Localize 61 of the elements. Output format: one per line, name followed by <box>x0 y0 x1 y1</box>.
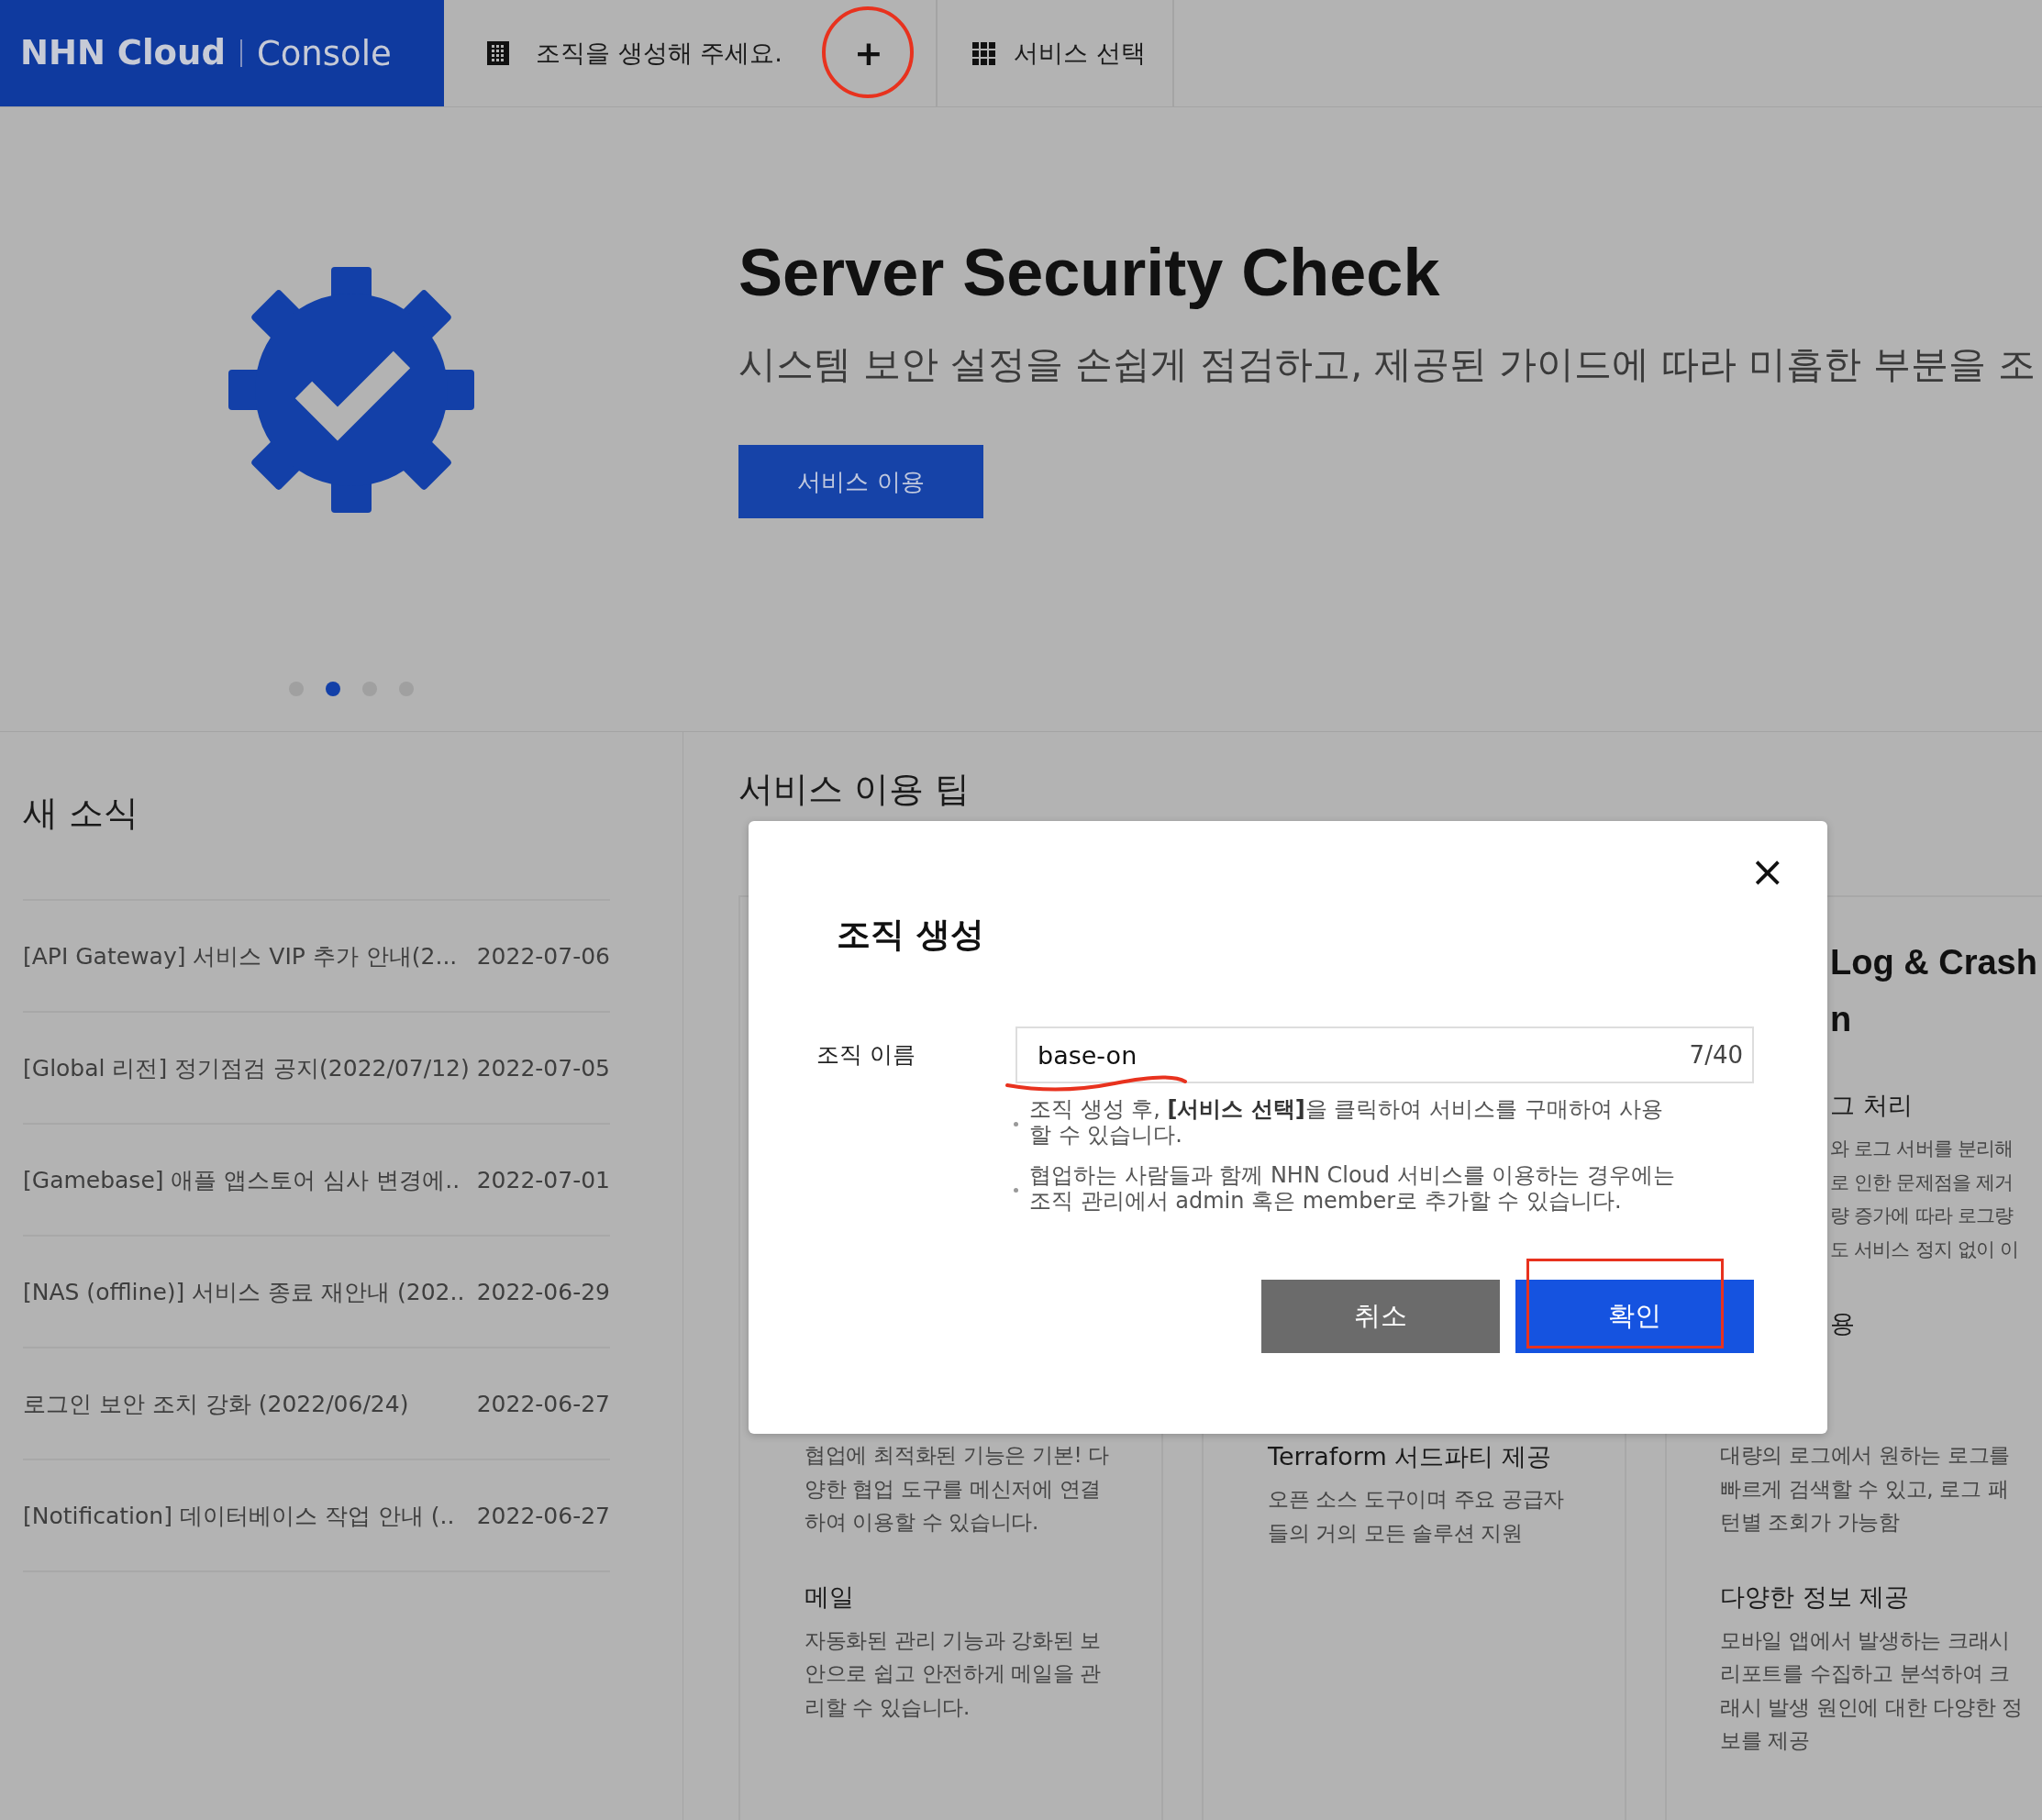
card-text: 로 인한 문제점을 제거 <box>1830 1170 2014 1195</box>
grid-icon <box>972 41 995 65</box>
news-link[interactable]: 로그인 보안 조치 강화 (2022/06/24) <box>23 1388 409 1419</box>
card-text: 빠르게 검색할 수 있고, 로그 패 <box>1720 1475 2010 1503</box>
card-title: n <box>1830 999 1853 1040</box>
dialog-title: 조직 생성 <box>837 914 985 956</box>
card-text: 자동화된 관리 기능과 강화된 보 <box>805 1626 1103 1654</box>
hero-title: Server Security Check <box>738 235 1441 311</box>
card-text: 들의 거의 모든 솔루션 지원 <box>1268 1519 1524 1547</box>
news-date: 2022-06-29 <box>476 1278 610 1305</box>
card-text: 량 증가에 따라 로그량 <box>1830 1204 2014 1228</box>
card-text: 오픈 소스 도구이며 주요 공급자 <box>1268 1486 1566 1513</box>
card-heading: 그 처리 <box>1830 1090 1914 1121</box>
card-text: 래시 발생 원인에 대한 다양한 정 <box>1720 1693 2025 1721</box>
card-text: 리포트를 수집하고 분석하여 크 <box>1720 1660 2012 1687</box>
section-title: 서비스 이용 팁 <box>738 768 971 811</box>
bullet-icon <box>1014 1122 1018 1126</box>
close-button[interactable]: × <box>1746 849 1789 894</box>
news-link[interactable]: [Notification] 데이터베이스 작업 안내 (.. <box>23 1500 455 1531</box>
card-text: 리할 수 있습니다. <box>805 1693 971 1721</box>
confirm-button[interactable]: 확인 <box>1515 1280 1754 1353</box>
news-date: 2022-07-05 <box>476 1054 610 1082</box>
carousel-dot[interactable] <box>325 682 340 696</box>
service-tab[interactable]: 서비스 선택 <box>938 0 1174 106</box>
name-field[interactable]: base-on 7/40 <box>1015 1027 1754 1083</box>
character-counter: 7/40 <box>1689 1041 1743 1069</box>
bullet-icon <box>1014 1188 1018 1193</box>
card-text: 대량의 로그에서 원하는 로그를 <box>1720 1442 2012 1469</box>
add-button[interactable]: + <box>849 33 889 73</box>
card-title: Log & Crash <box>1830 942 2038 983</box>
card-text: 양한 협업 도구를 메신저에 연결 <box>805 1475 1103 1503</box>
news-date: 2022-07-01 <box>476 1166 610 1193</box>
news-date: 2022-07-06 <box>476 942 610 970</box>
help-text: 조직 생성 후, [서비스 선택]을 클릭하여 서비스를 구매하여 사용할 수 있습니다. <box>1029 1096 1665 1148</box>
news-link[interactable]: [API Gateway] 서비스 VIP 추가 안내(2... <box>23 940 458 971</box>
cancel-button[interactable]: 취소 <box>1261 1280 1500 1353</box>
hero-subtitle: 시스템 보안 설정을 손쉽게 점검하고, 제공된 가이드에 따라 미흡한 부분을 조 <box>738 341 2037 388</box>
section-title: 새 소식 <box>23 792 140 835</box>
card-text: 턴별 조회가 가능함 <box>1720 1509 1901 1536</box>
card-heading: 다양한 정보 제공 <box>1720 1581 1911 1613</box>
organization-label[interactable]: 조직을 생성해 주세요. <box>536 37 782 70</box>
card-heading: 용 <box>1830 1308 1856 1339</box>
card-subtitle: Terraform 서드파티 제공 <box>1268 1441 1552 1472</box>
field-label: 조직 이름 <box>816 1040 916 1070</box>
card-text: 와 로그 서버를 분리해 <box>1830 1137 2014 1161</box>
card-text: 협업에 최적화된 기능은 기본! 다 <box>805 1442 1111 1469</box>
news-link[interactable]: [NAS (offline)] 서비스 종료 재안내 (202.. <box>23 1276 465 1307</box>
news-link[interactable]: [Gamebase] 애플 앱스토어 심사 변경에.. <box>23 1164 461 1195</box>
news-date: 2022-06-27 <box>476 1390 610 1417</box>
card-text: 보를 제공 <box>1720 1727 1811 1754</box>
card-text: 안으로 쉽고 안전하게 메일을 관 <box>805 1660 1103 1687</box>
news-date: 2022-06-27 <box>476 1502 610 1529</box>
card-text: 하여 이용할 수 있습니다. <box>805 1509 1040 1536</box>
help-text: 협업하는 사람들과 함께 NHN Cloud 서비스를 이용하는 경우에는 조직 관리에서 admin 혹은 member로 추가할 수 있습니다. <box>1029 1162 1676 1214</box>
news-link[interactable]: [Global 리전] 정기점검 공지(2022/07/12) <box>23 1052 470 1083</box>
building-icon <box>486 40 510 66</box>
card-heading: 메일 <box>805 1581 855 1613</box>
card-text: 모바일 앱에서 발생하는 크래시 <box>1720 1626 2012 1654</box>
card-text: 도 서비스 정지 없이 이 <box>1830 1237 2020 1262</box>
service-button[interactable]: 서비스 이용 <box>738 445 983 518</box>
logo[interactable]: NHN Cloud Console <box>0 0 444 106</box>
